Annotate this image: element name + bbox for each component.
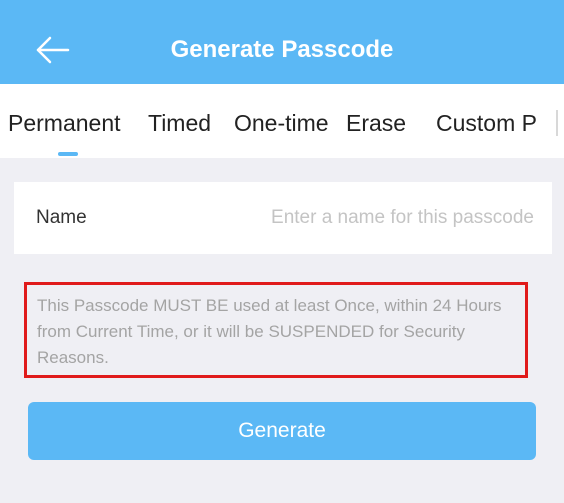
security-notice-text: This Passcode MUST BE used at least Once… [37, 296, 502, 367]
tab-scroll-divider [556, 110, 558, 136]
generate-button[interactable]: Generate [28, 402, 536, 460]
name-input[interactable] [214, 200, 534, 236]
tab-custom[interactable]: Custom P [436, 108, 537, 138]
top-bar: Generate Passcode [0, 0, 564, 84]
name-label: Name [36, 207, 87, 228]
tab-erase[interactable]: Erase [346, 108, 406, 138]
tab-one-time[interactable]: One-time [234, 108, 329, 138]
tab-permanent[interactable]: Permanent [8, 108, 121, 138]
tab-timed[interactable]: Timed [148, 108, 211, 138]
name-row: Name [14, 182, 552, 254]
security-notice: This Passcode MUST BE used at least Once… [24, 282, 528, 378]
passcode-type-tabs: Permanent Timed One-time Erase Custom P [0, 84, 564, 158]
active-tab-indicator [58, 152, 78, 156]
